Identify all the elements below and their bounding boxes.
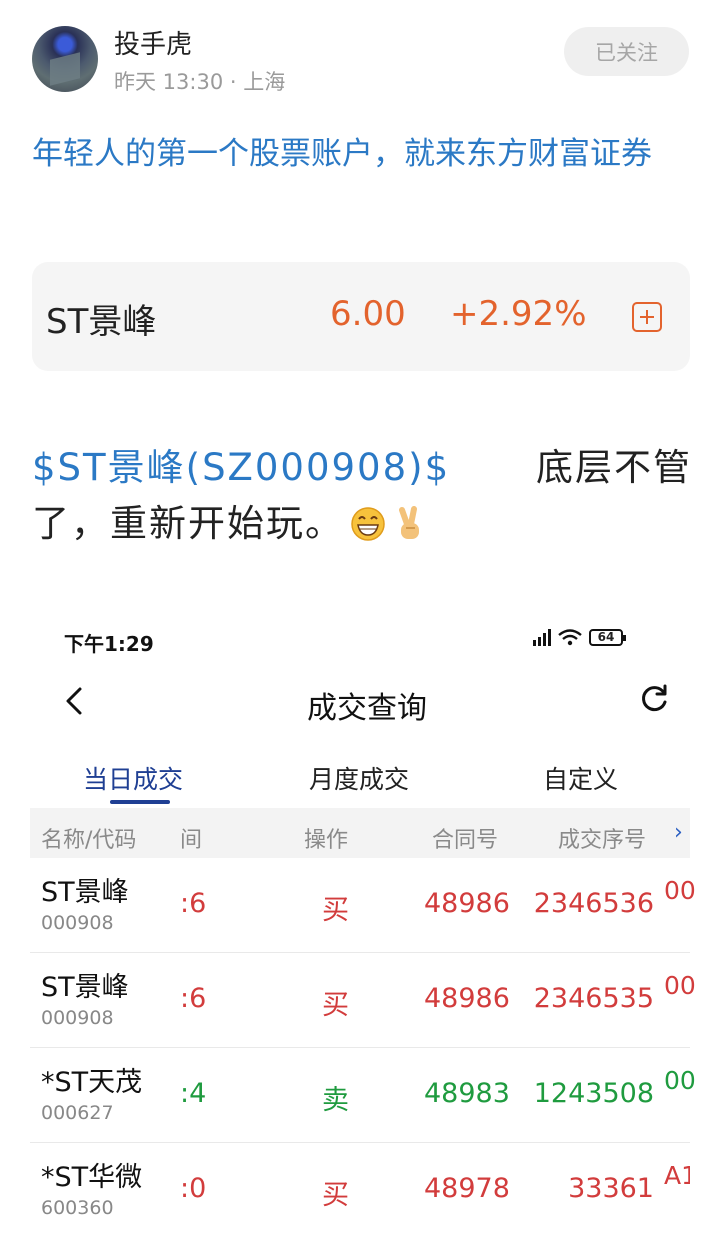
post-meta: 昨天 13:30 · 上海 xyxy=(114,70,286,94)
grinning-face-icon xyxy=(351,507,385,541)
stock-name: ST景峰 xyxy=(46,302,157,342)
author-name[interactable]: 投手虎 xyxy=(114,24,192,61)
battery-icon: 64 xyxy=(589,628,626,646)
row-stock-code: 000908 xyxy=(41,1007,114,1029)
add-watchlist-icon[interactable] xyxy=(632,302,662,332)
post-text-line1: 底层不管 xyxy=(536,446,692,489)
active-tab-indicator xyxy=(110,800,170,804)
row-contract: 48986 xyxy=(424,888,510,919)
row-stock-code: 000908 xyxy=(41,912,114,934)
row-trade-seq: 33361 xyxy=(568,1173,654,1204)
follow-button[interactable]: 已关注 xyxy=(564,27,689,76)
row-extra: 00 xyxy=(664,971,696,1000)
row-operation: 买 xyxy=(322,1180,349,1211)
row-time-fragment: :6 xyxy=(180,888,207,919)
row-stock-name: ST景峰 xyxy=(41,972,129,1003)
row-contract: 48986 xyxy=(424,983,510,1014)
signal-icon xyxy=(533,628,551,646)
row-time-fragment: :4 xyxy=(180,1078,207,1109)
row-extra: A1 xyxy=(664,1161,690,1190)
table-row[interactable]: *ST天茂 000627 :4 卖 48983 1243508 00 xyxy=(30,1048,696,1143)
column-operation: 操作 xyxy=(304,828,349,853)
stock-card[interactable]: ST景峰 6.00 +2.92% xyxy=(32,262,690,371)
row-contract: 48983 xyxy=(424,1078,510,1109)
tab-custom[interactable]: 自定义 xyxy=(543,760,618,796)
ad-link[interactable]: 年轻人的第一个股票账户，就来东方财富证券 xyxy=(32,130,692,178)
row-trade-seq: 2346536 xyxy=(533,888,654,919)
row-time-fragment: :0 xyxy=(180,1173,207,1204)
row-extra: 00 xyxy=(664,1066,696,1095)
refresh-icon[interactable] xyxy=(638,683,670,715)
stock-change: +2.92% xyxy=(450,294,587,334)
avatar[interactable] xyxy=(32,26,98,92)
row-stock-name: *ST华微 xyxy=(41,1162,143,1193)
row-stock-name: *ST天茂 xyxy=(41,1067,143,1098)
table-row[interactable]: ST景峰 000908 :6 买 48986 2346535 00 xyxy=(30,953,696,1048)
row-time-fragment: :6 xyxy=(180,983,207,1014)
row-stock-code: 600360 xyxy=(41,1197,114,1219)
table-row[interactable]: *ST华微 600360 :0 买 48978 33361 A1 xyxy=(30,1143,690,1240)
column-trade-seq: 成交序号 xyxy=(558,828,647,853)
post-text-line2: 了，重新开始玩。 xyxy=(32,502,344,545)
column-time: 间 xyxy=(180,828,203,853)
table-row[interactable]: ST景峰 000908 :6 买 48986 2346536 00 xyxy=(30,858,696,953)
page-title: 成交查询 xyxy=(307,691,427,726)
row-operation: 买 xyxy=(322,895,349,926)
victory-hand-icon xyxy=(399,506,419,539)
row-operation: 买 xyxy=(322,990,349,1021)
chevron-right-icon[interactable]: › xyxy=(674,820,683,845)
status-time: 下午1:29 xyxy=(64,632,154,656)
row-contract: 48978 xyxy=(424,1173,510,1204)
row-stock-name: ST景峰 xyxy=(41,877,129,908)
post-body: $ST景峰(SZ000908)$ 底层不管 了，重新开始玩。 xyxy=(32,440,692,552)
stock-price: 6.00 xyxy=(330,294,406,334)
wifi-icon xyxy=(558,629,582,646)
column-name-code: 名称/代码 xyxy=(41,828,137,853)
status-icons: 64 xyxy=(533,628,626,646)
row-extra: 00 xyxy=(664,876,696,905)
row-operation: 卖 xyxy=(322,1085,349,1116)
table-header: 名称/代码 间 操作 合同号 成交序号 › xyxy=(30,808,690,858)
stock-tag-link[interactable]: $ST景峰(SZ000908)$ xyxy=(32,440,450,496)
column-contract: 合同号 xyxy=(432,828,499,853)
row-stock-code: 000627 xyxy=(41,1102,114,1124)
row-trade-seq: 1243508 xyxy=(533,1078,654,1109)
row-trade-seq: 2346535 xyxy=(533,983,654,1014)
tab-monthly-trades[interactable]: 月度成交 xyxy=(309,760,409,796)
tab-today-trades[interactable]: 当日成交 xyxy=(83,760,183,796)
